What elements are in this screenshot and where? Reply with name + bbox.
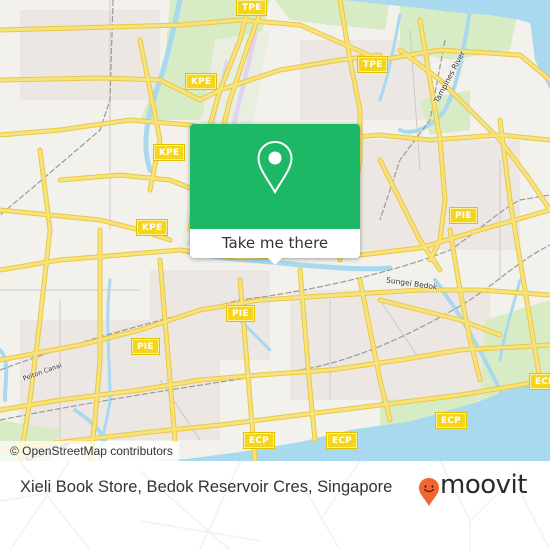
highway-shield-kpe: KPE (186, 74, 217, 89)
highway-shield-kpe: KPE (137, 220, 168, 235)
highway-shield-ecp: ECP (436, 413, 466, 428)
highway-shield-ecp: ECP (244, 433, 274, 448)
take-me-there-button[interactable]: Take me there (190, 229, 360, 258)
highway-shield-pie: PIE (450, 208, 477, 223)
highway-shield-ecp: ECP (530, 374, 550, 389)
location-pin-icon (257, 140, 293, 194)
brand-name: moovit (440, 470, 527, 500)
highway-shield-ecp: ECP (327, 433, 357, 448)
location-popup: Take me there (190, 124, 360, 265)
popup-pointer (267, 257, 283, 265)
popup-header (190, 124, 360, 229)
highway-shield-kpe: KPE (154, 145, 185, 160)
highway-shield-tpe: TPE (237, 0, 267, 15)
highway-shield-pie: PIE (227, 306, 254, 321)
moovit-pin-smiley-icon (419, 478, 439, 506)
footer-bar: Xieli Book Store, Bedok Reservoir Cres, … (0, 461, 550, 550)
highway-shield-pie: PIE (132, 339, 159, 354)
place-title: Xieli Book Store, Bedok Reservoir Cres, … (20, 478, 393, 496)
highway-shield-tpe: TPE (358, 57, 388, 72)
map-attribution[interactable]: © OpenStreetMap contributors (0, 441, 179, 461)
